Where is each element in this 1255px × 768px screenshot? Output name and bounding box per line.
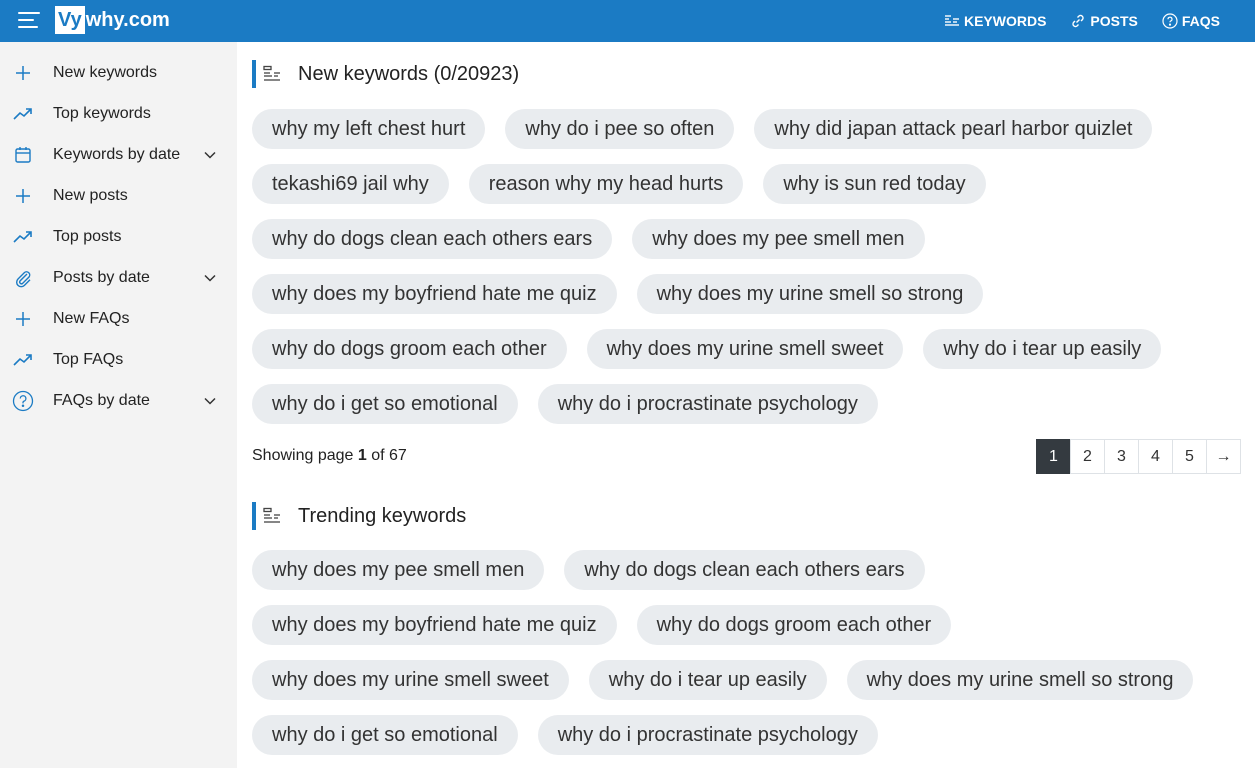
section-title: New keywords (0/20923) xyxy=(298,63,520,85)
calendar-icon xyxy=(12,144,34,166)
sidebar-item-label: Top keywords xyxy=(53,104,151,122)
showing-prefix: Showing page xyxy=(252,447,354,464)
sidebar: New keywords Top keywords Keywords by da… xyxy=(0,42,237,768)
sidebar-item-label: New FAQs xyxy=(53,309,130,327)
plus-icon xyxy=(12,185,34,207)
keyword-chip[interactable]: why do i tear up easily xyxy=(923,329,1162,369)
sidebar-item-label: Top FAQs xyxy=(53,350,124,368)
sidebar-item-new-keywords[interactable]: New keywords xyxy=(0,52,237,93)
keyword-chip[interactable]: why do i procrastinate psychology xyxy=(537,715,878,755)
plus-icon xyxy=(12,308,34,330)
keyword-chip[interactable]: why does my urine smell so strong xyxy=(636,274,984,314)
sidebar-item-top-faqs[interactable]: Top FAQs xyxy=(0,339,237,380)
trending-icon xyxy=(12,349,34,371)
chevron-down-icon[interactable] xyxy=(203,271,217,285)
sidebar-item-faqs-by-date[interactable]: FAQs by date xyxy=(0,380,237,421)
chevron-down-icon[interactable] xyxy=(203,148,217,162)
keyword-chip[interactable]: why do i get so emotional xyxy=(252,384,518,424)
pagination: 1 2 3 4 5 → xyxy=(1036,439,1241,474)
trending-icon xyxy=(12,103,34,125)
keyword-chip[interactable]: why my left chest hurt xyxy=(252,109,486,149)
page-button-1[interactable]: 1 xyxy=(1036,439,1071,474)
keyword-chip[interactable]: why does my urine smell so strong xyxy=(846,660,1194,700)
keyword-chip[interactable]: why do dogs clean each others ears xyxy=(564,550,925,590)
section-accent-bar xyxy=(252,502,256,530)
link-icon xyxy=(12,267,34,289)
main-content: New keywords (0/20923) why my left chest… xyxy=(237,42,1255,768)
question-circle-icon xyxy=(1162,13,1178,29)
pagination-status: Showing page 1 of 67 xyxy=(252,447,407,465)
keyword-chip[interactable]: why do dogs clean each others ears xyxy=(252,219,613,259)
logo-text: why.com xyxy=(85,8,170,31)
section-accent-bar xyxy=(252,60,256,88)
keyword-chip[interactable]: why do i get so emotional xyxy=(252,715,518,755)
trending-keywords-list: why does my pee smell men why do dogs cl… xyxy=(252,550,1252,755)
nav-faqs[interactable]: FAQS xyxy=(1162,13,1220,29)
sidebar-item-label: Top posts xyxy=(53,227,122,245)
nav-posts[interactable]: POSTS xyxy=(1070,13,1138,29)
sidebar-item-label: Keywords by date xyxy=(53,145,181,163)
current-page-number: 1 xyxy=(357,447,367,464)
keyword-chip[interactable]: why does my boyfriend hate me quiz xyxy=(252,605,617,645)
keyword-chip[interactable]: why do dogs groom each other xyxy=(636,605,952,645)
sidebar-item-new-posts[interactable]: New posts xyxy=(0,175,237,216)
keyword-chip[interactable]: why does my pee smell men xyxy=(632,219,925,259)
keyword-chip[interactable]: why is sun red today xyxy=(763,164,986,204)
top-nav: KEYWORDS POSTS FAQS xyxy=(944,0,1220,42)
plus-icon xyxy=(12,62,34,84)
next-page-button[interactable]: → xyxy=(1206,439,1241,474)
list-icon xyxy=(263,65,280,81)
page-button-4[interactable]: 4 xyxy=(1138,439,1173,474)
sidebar-item-label: FAQs by date xyxy=(53,391,150,409)
sidebar-item-top-posts[interactable]: Top posts xyxy=(0,216,237,257)
trending-icon xyxy=(12,226,34,248)
page-button-3[interactable]: 3 xyxy=(1104,439,1139,474)
keyword-chip[interactable]: why does my urine smell sweet xyxy=(586,329,904,369)
sidebar-item-top-keywords[interactable]: Top keywords xyxy=(0,93,237,134)
sidebar-item-new-faqs[interactable]: New FAQs xyxy=(0,298,237,339)
section-title: Trending keywords xyxy=(298,505,467,527)
top-header: Vy why.com KEYWORDS POSTS FAQS xyxy=(0,0,1255,42)
showing-total: of 67 xyxy=(371,447,407,464)
chevron-down-icon[interactable] xyxy=(203,394,217,408)
page-button-2[interactable]: 2 xyxy=(1070,439,1105,474)
sidebar-item-label: New keywords xyxy=(53,63,158,81)
new-keywords-list: why my left chest hurt why do i pee so o… xyxy=(252,109,1252,424)
page-button-5[interactable]: 5 xyxy=(1172,439,1207,474)
keyword-chip[interactable]: why does my pee smell men xyxy=(252,550,545,590)
sidebar-item-posts-by-date[interactable]: Posts by date xyxy=(0,257,237,298)
hamburger-menu-icon[interactable] xyxy=(18,11,40,31)
nav-keywords[interactable]: KEYWORDS xyxy=(944,13,1046,29)
link-icon xyxy=(1072,14,1085,28)
keyword-chip[interactable]: why do i tear up easily xyxy=(588,660,827,700)
keyword-chip[interactable]: why do i pee so often xyxy=(505,109,735,149)
keyword-chip[interactable]: reason why my head hurts xyxy=(468,164,744,204)
nav-keywords-label: KEYWORDS xyxy=(963,13,1047,29)
keyword-chip[interactable]: why does my boyfriend hate me quiz xyxy=(252,274,617,314)
nav-faqs-label: FAQS xyxy=(1181,13,1220,29)
question-circle-icon xyxy=(12,390,34,412)
keyword-chip[interactable]: why do i procrastinate psychology xyxy=(537,384,878,424)
sidebar-item-label: New posts xyxy=(53,186,128,204)
list-icon xyxy=(263,507,280,523)
sidebar-item-label: Posts by date xyxy=(53,268,150,286)
keyword-chip[interactable]: why did japan attack pearl harbor quizle… xyxy=(754,109,1153,149)
site-logo[interactable]: Vy why.com xyxy=(55,5,170,35)
keyword-chip[interactable]: why does my urine smell sweet xyxy=(252,660,569,700)
logo-badge: Vy xyxy=(55,6,85,34)
sidebar-item-keywords-by-date[interactable]: Keywords by date xyxy=(0,134,237,175)
keyword-chip[interactable]: tekashi69 jail why xyxy=(252,164,449,204)
nav-posts-label: POSTS xyxy=(1090,13,1138,29)
keyword-chip[interactable]: why do dogs groom each other xyxy=(252,329,567,369)
list-icon xyxy=(944,15,959,26)
